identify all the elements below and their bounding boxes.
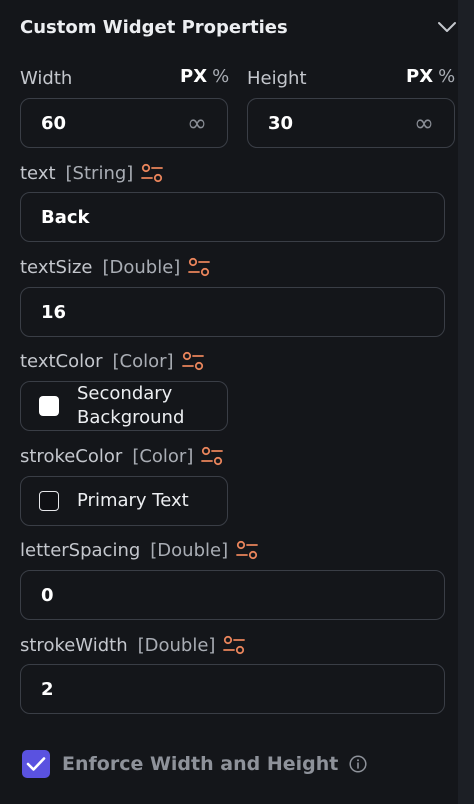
variable-settings-icon[interactable]	[141, 162, 164, 184]
param-letterspacing-type: [Double]	[150, 539, 229, 561]
text-input[interactable]: Back	[20, 192, 445, 242]
param-textcolor-type: [Color]	[112, 350, 174, 372]
enforce-size-checkbox[interactable]	[22, 750, 50, 778]
height-label-row: Height	[247, 64, 307, 92]
enforce-size-label: Enforce Width and Height	[62, 753, 339, 775]
width-unit-percent[interactable]: %	[212, 66, 229, 87]
textcolor-value-line1: Secondary	[77, 383, 173, 404]
param-strokewidth-label-row: strokeWidth [Double]	[20, 631, 246, 659]
variable-settings-icon[interactable]	[188, 256, 211, 278]
section-title: Custom Widget Properties	[20, 16, 288, 38]
param-text-type: [String]	[65, 162, 134, 184]
param-textsize-name: textSize	[20, 256, 93, 278]
chevron-down-icon[interactable]	[436, 16, 458, 38]
param-strokecolor-label-row: strokeColor [Color]	[20, 442, 224, 470]
text-value: Back	[41, 206, 90, 228]
strokewidth-input[interactable]: 2	[20, 664, 445, 714]
height-input[interactable]: 30 ∞	[247, 98, 455, 148]
height-label: Height	[247, 67, 307, 89]
height-infinity-icon[interactable]: ∞	[414, 109, 434, 137]
param-strokewidth-name: strokeWidth	[20, 634, 128, 656]
param-strokecolor-type: [Color]	[132, 445, 194, 467]
width-input[interactable]: 60 ∞	[20, 98, 228, 148]
color-swatch	[39, 396, 59, 416]
strokewidth-value: 2	[41, 678, 54, 700]
param-text-label-row: text [String]	[20, 159, 164, 187]
enforce-size-row[interactable]: Enforce Width and Height	[22, 749, 368, 779]
strokecolor-value: Primary Text	[77, 490, 189, 511]
checkmark-icon	[26, 757, 46, 771]
height-unit-percent[interactable]: %	[438, 66, 455, 87]
height-value: 30	[268, 112, 294, 134]
param-letterspacing-name: letterSpacing	[20, 539, 141, 561]
letterspacing-input[interactable]: 0	[20, 570, 445, 620]
variable-settings-icon[interactable]	[236, 539, 259, 561]
color-swatch	[39, 491, 59, 511]
properties-panel: Custom Widget Properties Width PX % Heig…	[0, 0, 458, 804]
param-strokewidth-type: [Double]	[137, 634, 216, 656]
letterspacing-value: 0	[41, 584, 54, 606]
textcolor-picker[interactable]: Secondary Background	[20, 381, 228, 431]
param-letterspacing-label-row: letterSpacing [Double]	[20, 536, 259, 564]
scrollbar-track[interactable]	[458, 0, 474, 804]
info-icon[interactable]	[348, 754, 368, 774]
width-infinity-icon[interactable]: ∞	[187, 109, 207, 137]
param-strokecolor-name: strokeColor	[20, 445, 123, 467]
textsize-input[interactable]: 16	[20, 287, 445, 337]
textcolor-value: Secondary Background	[77, 382, 184, 430]
param-textcolor-label-row: textColor [Color]	[20, 347, 204, 375]
width-unit-toggle[interactable]: PX %	[180, 66, 229, 87]
textsize-value: 16	[41, 301, 67, 323]
param-text-name: text	[20, 162, 56, 184]
height-unit-toggle[interactable]: PX %	[406, 66, 455, 87]
width-value: 60	[41, 112, 67, 134]
strokecolor-picker[interactable]: Primary Text	[20, 476, 228, 526]
variable-settings-icon[interactable]	[181, 350, 204, 372]
variable-settings-icon[interactable]	[201, 445, 224, 467]
width-unit-px[interactable]: PX	[180, 66, 207, 87]
height-unit-px[interactable]: PX	[406, 66, 433, 87]
param-textsize-type: [Double]	[102, 256, 181, 278]
width-label-row: Width	[20, 64, 72, 92]
width-label: Width	[20, 67, 73, 89]
textcolor-value-line2: Background	[77, 407, 185, 428]
section-header[interactable]: Custom Widget Properties	[20, 8, 460, 46]
variable-settings-icon[interactable]	[223, 634, 246, 656]
param-textcolor-name: textColor	[20, 350, 103, 372]
param-textsize-label-row: textSize [Double]	[20, 253, 211, 281]
